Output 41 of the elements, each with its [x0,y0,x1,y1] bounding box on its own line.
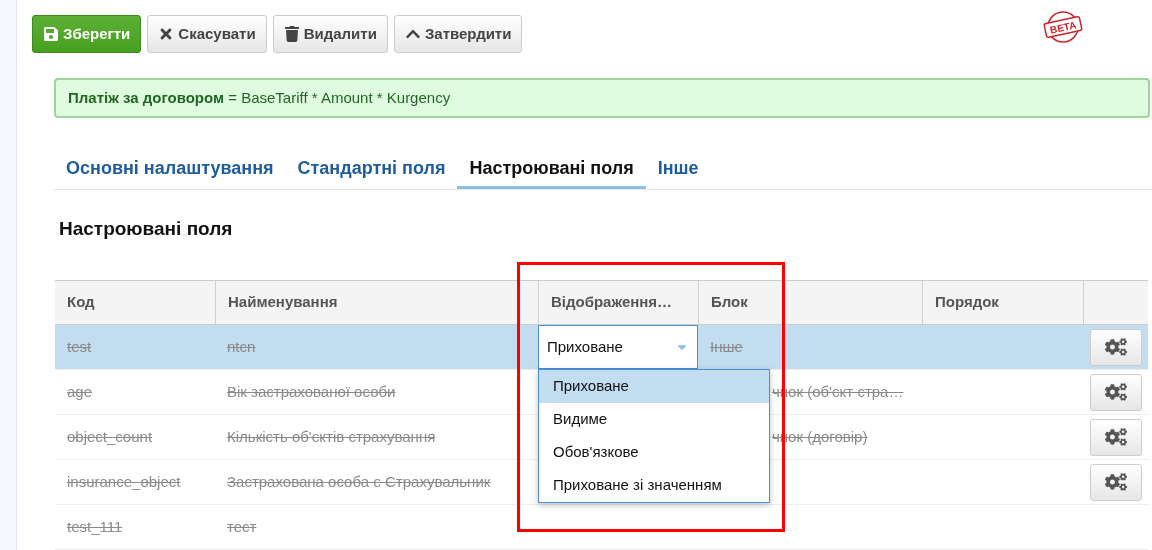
settings-button[interactable] [1089,328,1142,366]
column-header: Порядок [935,292,999,313]
display-select[interactable]: Приховане [538,325,698,369]
block-cell-text: Інше [710,336,743,357]
name-cell-text: Кількість об'єктів страхування [227,426,436,447]
section-title: Настроювані поля [59,216,233,241]
gears-icon [1104,381,1127,403]
dropdown-option[interactable]: Приховане зі значенням [539,469,769,502]
name-cell-text: ntcn [227,336,256,357]
gears-icon [1104,471,1127,493]
table-row[interactable]: test ntcn Приховане Інше [55,325,1148,370]
code-cell-text: test_111 [67,516,123,537]
dropdown-option[interactable]: Приховане [539,370,769,403]
tab[interactable]: Інше [645,150,711,189]
gears-icon [1104,336,1127,358]
settings-button[interactable] [1089,418,1142,456]
tab[interactable]: Основні налаштування [54,150,286,189]
settings-button[interactable] [1089,373,1142,411]
column-header: Блок [711,292,748,313]
column-header: Найменування [228,292,338,313]
dropdown-option[interactable]: Видиме [539,403,769,436]
code-cell-text: test [67,336,92,357]
name-cell-text: тест [227,516,257,537]
code-cell-text: insurance_object [67,471,181,492]
name-cell-text: Вік застрахованої особи [227,381,396,402]
tab[interactable]: Стандартні поля [285,150,458,189]
formula-text: Платіж за договором = BaseTariff * Amount * Kurgency [68,87,451,108]
gears-icon [1104,426,1127,448]
cancel-button[interactable]: Скасувати [147,15,267,53]
save-icon [43,26,59,42]
delete-button[interactable]: Видалити [272,15,388,53]
tab[interactable]: Настроювані поля [457,150,646,189]
settings-button[interactable] [1089,463,1142,501]
code-cell-text: age [67,381,93,402]
name-cell-text: Застрахована особа є Страхувальник [227,471,491,492]
trash-icon [283,26,300,42]
dropdown-option[interactable]: Обов'язкове [539,436,769,469]
approve-button[interactable]: Затвердити [393,15,523,53]
code-cell-text: object_count [67,426,153,447]
column-header: Відображення… [551,292,673,313]
column-header: Код [67,292,95,313]
